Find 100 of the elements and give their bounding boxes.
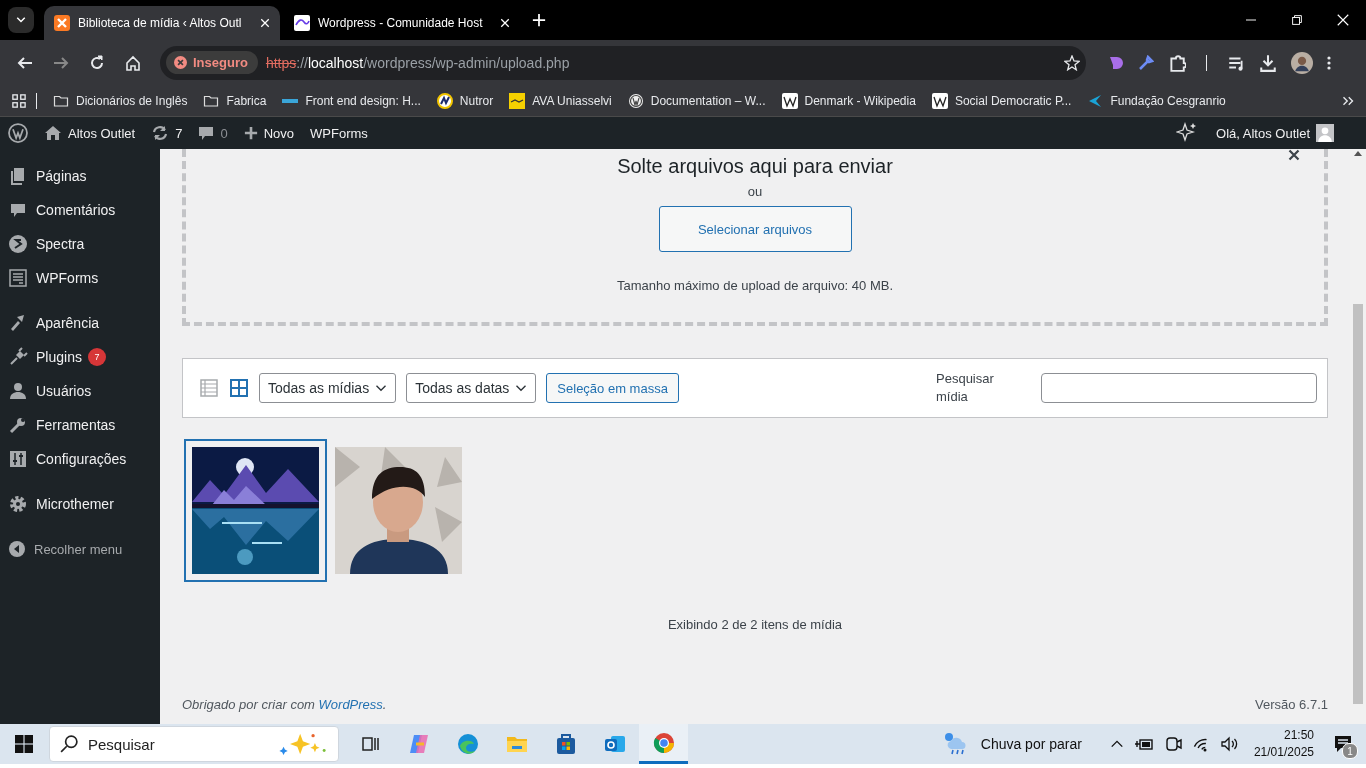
updates-link[interactable]: 7 [143,117,191,149]
browser-tab[interactable]: Wordpress - Comunidade Host [284,6,520,40]
battery-charging-icon [1133,736,1154,752]
xampp-icon [54,15,70,31]
home-icon [44,124,62,142]
drop-zone[interactable]: Solte arquivos aqui para enviar ou Selecionar arquivos Tamanho máximo de upload de arquivo: 40 MB. [182,149,1328,326]
scrollbar-thumb[interactable] [1353,304,1363,704]
close-icon [1337,14,1349,26]
sidebar-item[interactable]: Spectra [0,227,160,261]
search-label: Pesquisar mídia [936,370,995,406]
bookmark[interactable]: AVA Uniasselvi [503,88,618,113]
bookmark[interactable]: Fabrica [197,88,273,113]
close-icon [500,18,510,28]
bookmark[interactable]: Social Democratic P... [925,88,1078,113]
select-files-button[interactable]: Selecionar arquivos [658,206,852,252]
restore-icon [1292,15,1302,25]
back-arrow-icon [17,54,33,71]
wrench-icon [8,415,28,435]
arrow-logo-icon [1087,92,1104,109]
home-icon [125,54,141,71]
notifications-button[interactable]: 1 [1328,729,1358,759]
taskbar-app[interactable] [639,724,688,764]
plug-icon [8,347,28,367]
chrome-icon [651,730,676,755]
forward-arrow-icon [53,54,69,71]
extension-logo-icon [1108,54,1124,71]
ava-logo-icon [509,92,526,109]
filter-dropdown[interactable]: Todas as datas [406,373,537,403]
taskbar-search[interactable]: Pesquisar [49,726,339,762]
eyedropper-icon [1138,54,1154,71]
security-chip[interactable]: Inseguro [166,51,258,74]
filter-dropdown[interactable]: Todas as mídias [259,373,397,403]
plus-icon [532,13,546,27]
bookmark[interactable]: Fundação Cesgranrio [1081,88,1232,113]
speaker-icon [1219,735,1240,753]
comment-icon [198,125,215,141]
gear-icon [8,494,28,514]
download-icon [1259,53,1277,72]
avatar-icon [1291,51,1313,74]
sidebar-item[interactable]: Plugins 7 [0,340,160,374]
task-view-icon [359,734,380,754]
version-label: Versão 6.7.1 [1255,697,1328,712]
wpforms-link[interactable]: WPForms [302,117,376,149]
wordpress-logo-icon [8,123,28,143]
clock[interactable]: 21:50 21/01/2025 [1249,727,1318,761]
bookmark[interactable]: Nutror [430,88,500,113]
dpw-logo-icon [282,98,299,103]
user-icon [8,381,28,401]
nutror-logo-icon [436,92,453,109]
sidebar-item[interactable]: Comentários [0,193,160,227]
reload-icon [89,54,105,71]
wordpress-link[interactable]: WordPress [318,697,383,712]
sliders-icon [8,449,28,469]
bookmark[interactable]: Denmark - Wikipedia [775,88,922,113]
address-field[interactable]: https://localhost/wordpress/wp-admin/upload.php [265,54,1056,71]
sidebar-item[interactable]: WPForms [0,261,160,295]
sidebar-item[interactable]: Usuários [0,374,160,408]
avatar-icon [1316,124,1334,142]
w-logo-icon [781,92,798,109]
sidebar-item[interactable]: Aparência [0,306,160,340]
site-name-link[interactable]: Altos Outlet [36,117,144,149]
bookmark[interactable]: Documentation – W... [621,88,772,113]
star-icon [1064,54,1080,71]
bookmark[interactable]: Dicionários de Inglês [47,88,194,113]
sidebar-item[interactable]: Páginas [0,159,160,193]
or-label: ou [747,184,763,199]
spectra-logo-icon [8,234,28,254]
apps-grid-icon [12,93,26,108]
w-logo-icon [931,92,948,109]
puzzle-icon [1168,53,1186,72]
chevrons-right-icon [1342,94,1354,107]
grid-icon [229,378,249,398]
windows-logo-icon [15,735,33,753]
wave-logo-icon [294,15,310,31]
edge-icon [455,732,480,756]
tab-search-button[interactable] [8,7,34,33]
warning-icon [174,56,187,69]
drop-zone-title: Solte arquivos aqui para enviar [617,155,893,178]
grid-view-button[interactable] [229,378,249,398]
sidebar-item[interactable]: Configurações [0,442,160,476]
collapse-menu-button[interactable]: Recolher menu [0,532,160,566]
bookmark[interactable]: Front end design: H... [276,89,427,112]
account-menu[interactable]: Olá, Altos Outlet [1208,117,1342,149]
close-icon [1288,149,1300,161]
close-icon [260,18,270,28]
search-field[interactable] [1041,373,1317,403]
form-icon [8,268,28,288]
new-content-link[interactable]: Novo [235,117,303,149]
plus-icon [243,126,258,140]
search-icon [60,735,78,753]
media-count: Exibindo 2 de 2 itens de mídia [666,617,844,632]
media-thumbnail[interactable] [184,439,327,582]
wordpress-logo-icon [627,92,644,109]
footer-credit: Obrigado por criar com WordPress. [182,697,387,712]
browser-tab[interactable]: Biblioteca de mídia ‹ Altos Outl [44,6,280,40]
sidebar-item[interactable]: Microthemer [0,487,160,521]
sidebar-item[interactable]: Ferramentas [0,408,160,442]
weather-widget[interactable]: Chuva por parar [936,731,1088,757]
comments-link[interactable]: 0 [190,117,236,149]
bulk-select-button[interactable]: Seleção em massa [546,373,679,403]
